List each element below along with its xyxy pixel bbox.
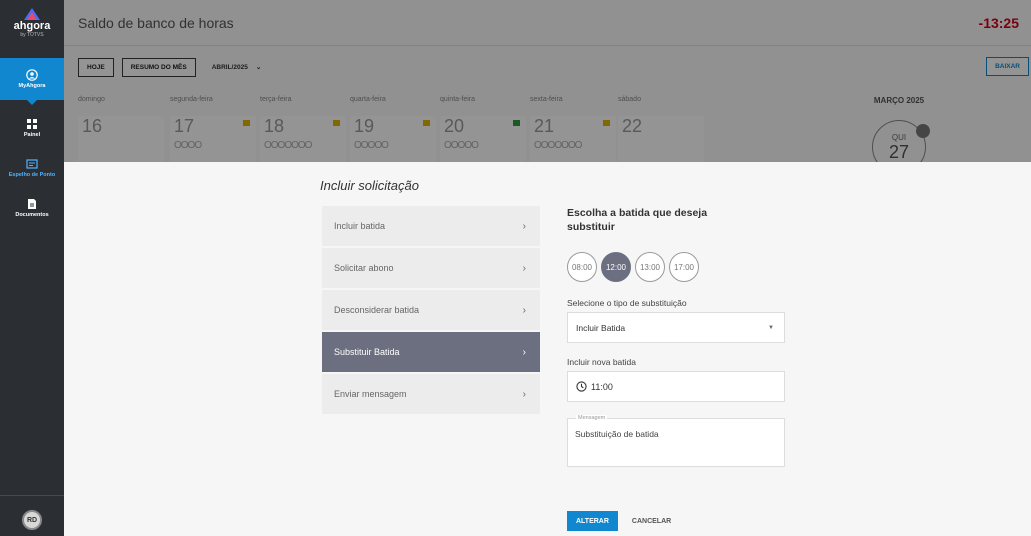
new-punch-time-input[interactable]: 11:00	[567, 371, 785, 402]
cancel-button[interactable]: CANCELAR	[632, 518, 671, 525]
request-panel: Incluir solicitação Incluir batida › Sol…	[64, 162, 1031, 536]
sidebar: ahgora by TOTVS MyAhgora Painel Espelho …	[0, 0, 64, 536]
submit-button[interactable]: ALTERAR	[567, 511, 618, 531]
dashboard-icon	[27, 119, 37, 129]
time-option[interactable]: 08:00	[567, 252, 597, 282]
substitution-type-select[interactable]: Incluir Batida ▼	[567, 312, 785, 343]
menu-item-label: Desconsiderar batida	[334, 305, 420, 315]
document-icon	[28, 199, 36, 209]
time-option[interactable]: 17:00	[669, 252, 699, 282]
sidebar-item-label: Documentos	[15, 212, 49, 218]
time-option-selected[interactable]: 12:00	[601, 252, 631, 282]
request-type-menu: Incluir batida › Solicitar abono › Desco…	[322, 206, 540, 416]
menu-item-incluir-batida[interactable]: Incluir batida ›	[322, 206, 540, 246]
sidebar-item-myahgora[interactable]: MyAhgora	[0, 58, 64, 105]
new-punch-label: Incluir nova batida	[567, 357, 636, 367]
caret-down-icon: ▼	[768, 324, 774, 331]
sidebar-item-documentos[interactable]: Documentos	[0, 188, 64, 228]
sidebar-divider	[0, 495, 64, 496]
brand-logo[interactable]: ahgora by TOTVS	[0, 0, 64, 46]
menu-item-desconsiderar-batida[interactable]: Desconsiderar batida ›	[322, 290, 540, 330]
sidebar-item-label: Espelho de Ponto	[8, 172, 56, 178]
clock-icon	[576, 381, 587, 392]
sidebar-item-label: Painel	[23, 132, 41, 138]
chevron-right-icon: ›	[522, 262, 526, 274]
menu-item-enviar-mensagem[interactable]: Enviar mensagem ›	[322, 374, 540, 414]
punch-time-options: 08:00 12:00 13:00 17:00	[567, 252, 787, 282]
message-label: Mensagem	[576, 415, 608, 421]
form-actions: ALTERAR CANCELAR	[567, 511, 671, 531]
form-heading: Escolha a batida que deseja substituir	[567, 207, 708, 233]
sidebar-item-label: MyAhgora	[18, 83, 46, 89]
avatar[interactable]: RD	[22, 510, 42, 530]
chevron-right-icon: ›	[522, 388, 526, 400]
menu-item-label: Incluir batida	[334, 221, 386, 231]
new-punch-time-value: 11:00	[591, 381, 613, 392]
menu-item-substituir-batida[interactable]: Substituir Batida ›	[322, 332, 540, 372]
chevron-right-icon: ›	[522, 346, 526, 358]
menu-item-solicitar-abono[interactable]: Solicitar abono ›	[322, 248, 540, 288]
panel-title: Incluir solicitação	[320, 178, 419, 193]
user-circle-icon	[26, 69, 38, 81]
substitution-type-label: Selecione o tipo de substituição	[567, 298, 687, 308]
ahgora-logo-icon	[24, 8, 40, 20]
sidebar-item-espelho-de-ponto[interactable]: Espelho de Ponto	[0, 148, 64, 188]
brand-sub: by TOTVS	[20, 32, 44, 38]
chevron-right-icon: ›	[522, 304, 526, 316]
brand-name: ahgora	[13, 20, 51, 32]
substitution-type-value: Incluir Batida	[576, 322, 626, 333]
timesheet-icon	[26, 159, 38, 169]
menu-item-label: Substituir Batida	[334, 347, 400, 357]
time-option[interactable]: 13:00	[635, 252, 665, 282]
chevron-right-icon: ›	[522, 220, 526, 232]
modal-backdrop[interactable]	[64, 0, 1031, 162]
message-textarea[interactable]: Mensagem Substituição de batida	[567, 415, 785, 467]
sidebar-item-painel[interactable]: Painel	[0, 108, 64, 148]
substitution-form: Escolha a batida que deseja substituir 0…	[567, 206, 787, 467]
message-value: Substituição de batida	[575, 429, 659, 439]
menu-item-label: Enviar mensagem	[334, 389, 407, 399]
menu-item-label: Solicitar abono	[334, 263, 394, 273]
